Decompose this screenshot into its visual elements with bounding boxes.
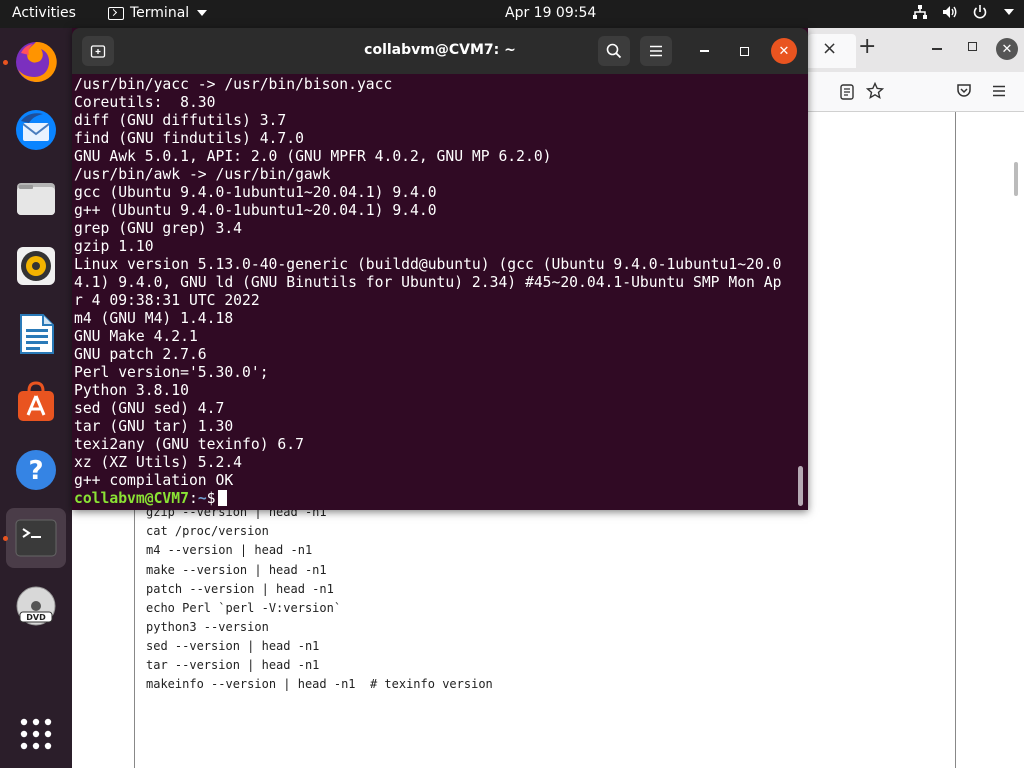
browser-close-icon[interactable]: ✕ xyxy=(996,38,1018,60)
terminal-line: Coreutils: 8.30 xyxy=(74,94,216,111)
terminal-line: g++ compilation OK xyxy=(74,472,234,489)
maximize-icon xyxy=(739,46,749,56)
reader-view-icon[interactable] xyxy=(840,84,854,100)
terminal-line: grep (GNU grep) 3.4 xyxy=(74,220,243,237)
dock-dvd[interactable]: DVD xyxy=(6,576,66,636)
dock-help[interactable]: ? xyxy=(6,440,66,500)
dock: ? DVD xyxy=(0,28,72,768)
minimize-button[interactable] xyxy=(691,38,717,64)
dock-files[interactable] xyxy=(6,168,66,228)
maximize-button[interactable] xyxy=(731,38,757,64)
terminal-line: GNU patch 2.7.6 xyxy=(74,346,207,363)
top-bar: Activities Terminal Apr 19 09:54 xyxy=(0,0,1024,28)
terminal-output[interactable]: /usr/bin/yacc -> /usr/bin/bison.yacc Core… xyxy=(74,76,798,506)
activities-button[interactable]: Activities xyxy=(12,5,76,21)
terminal-line: r 4 09:38:31 UTC 2022 xyxy=(74,292,260,309)
terminal-line: texi2any (GNU texinfo) 6.7 xyxy=(74,436,304,453)
terminal-line: m4 (GNU M4) 1.4.18 xyxy=(74,310,234,327)
files-icon xyxy=(17,183,55,215)
code-line: m4 --version | head -n1 xyxy=(146,543,313,558)
thunderbird-icon xyxy=(16,110,56,150)
clock[interactable]: Apr 19 09:54 xyxy=(505,5,596,21)
terminal-line: g++ (Ubuntu 9.4.0-1ubuntu1~20.04.1) 9.4.… xyxy=(74,202,437,219)
volume-icon xyxy=(943,6,957,18)
code-line: sed --version | head -n1 xyxy=(146,638,320,653)
code-line: tar --version | head -n1 xyxy=(146,658,320,673)
help-icon: ? xyxy=(16,450,56,490)
ubuntu-software-icon xyxy=(18,381,54,421)
terminal-window: collabvm@CVM7: ~ ✕ /usr/bin/yacc -> /usr… xyxy=(72,28,808,510)
rhythmbox-icon xyxy=(17,247,55,285)
prompt-path: ~ xyxy=(197,490,207,506)
minimize-icon[interactable] xyxy=(932,48,942,50)
network-icon xyxy=(913,5,927,19)
chevron-down-icon xyxy=(197,10,208,16)
terminal-line: tar (GNU tar) 1.30 xyxy=(74,418,234,435)
terminal-scrollbar[interactable] xyxy=(798,466,803,506)
prompt-user: collabvm@CVM7 xyxy=(74,490,189,506)
firefox-icon xyxy=(16,41,57,82)
dvd-icon: DVD xyxy=(16,586,56,626)
tab-close-icon[interactable]: × xyxy=(822,38,837,59)
text-cursor xyxy=(217,490,227,506)
browser-nav-bar xyxy=(808,72,1024,112)
chevron-down-icon xyxy=(1004,9,1014,15)
maximize-icon[interactable] xyxy=(968,42,977,51)
dock-firefox[interactable] xyxy=(6,32,66,92)
code-line: makeinfo --version | head -n1 # texinfo … xyxy=(146,677,493,692)
code-line: echo Perl `perl -V:version` xyxy=(146,600,342,615)
dock-thunderbird[interactable] xyxy=(6,100,66,160)
code-line: python3 --version xyxy=(146,619,269,634)
terminal-headerbar: collabvm@CVM7: ~ ✕ xyxy=(72,28,808,74)
terminal-line: GNU Awk 5.0.1, API: 2.0 (GNU MPFR 4.0.2,… xyxy=(74,148,552,165)
system-tray[interactable] xyxy=(912,4,1014,20)
terminal-prompt[interactable]: collabvm@CVM7:~$ xyxy=(74,490,798,506)
new-tab-button[interactable]: + xyxy=(858,34,876,59)
terminal-line: Linux version 5.13.0-40-generic (buildd@… xyxy=(74,256,782,273)
svg-text:DVD: DVD xyxy=(26,613,46,622)
app-menu[interactable]: Terminal xyxy=(108,5,208,21)
hamburger-menu-icon[interactable] xyxy=(992,84,1006,98)
bookmark-star-icon[interactable] xyxy=(866,82,884,100)
dock-rhythmbox[interactable] xyxy=(6,236,66,296)
terminal-line: diff (GNU diffutils) 3.7 xyxy=(74,112,287,129)
code-line: cat /proc/version xyxy=(146,524,269,539)
terminal-line: find (GNU findutils) 4.7.0 xyxy=(74,130,304,147)
show-apps-icon xyxy=(20,718,52,750)
app-menu-label: Terminal xyxy=(130,5,190,21)
search-icon xyxy=(606,43,622,59)
close-icon: ✕ xyxy=(778,43,790,59)
dock-show-apps[interactable] xyxy=(6,704,66,764)
terminal-line: 4.1) 9.4.0, GNU ld (GNU Binutils for Ubu… xyxy=(74,274,782,291)
dock-terminal[interactable] xyxy=(6,508,66,568)
dock-writer[interactable] xyxy=(6,304,66,364)
power-icon xyxy=(973,5,987,19)
terminal-line: gzip 1.10 xyxy=(74,238,154,255)
pocket-icon[interactable] xyxy=(956,83,972,99)
prompt-separator: : xyxy=(188,490,198,506)
menu-button[interactable] xyxy=(640,36,672,66)
terminal-small-icon xyxy=(108,6,124,20)
hamburger-menu-icon xyxy=(650,45,662,57)
browser-tab-bar: × + ✕ xyxy=(808,28,1024,72)
code-line: make --version | head -n1 xyxy=(146,562,327,577)
dock-software[interactable] xyxy=(6,372,66,432)
prompt-symbol: $ xyxy=(206,490,216,506)
terminal-line: Python 3.8.10 xyxy=(74,382,189,399)
close-button[interactable]: ✕ xyxy=(771,38,797,64)
code-line: patch --version | head -n1 xyxy=(146,581,334,596)
terminal-icon xyxy=(15,519,57,557)
minimize-icon xyxy=(699,50,709,52)
svg-text:?: ? xyxy=(28,456,43,486)
terminal-line: Perl version='5.30.0'; xyxy=(74,364,269,381)
libreoffice-writer-icon xyxy=(20,314,54,354)
terminal-line: xz (XZ Utils) 5.2.4 xyxy=(74,454,243,471)
terminal-line: /usr/bin/yacc -> /usr/bin/bison.yacc xyxy=(74,76,393,93)
terminal-line: /usr/bin/awk -> /usr/bin/gawk xyxy=(74,166,331,183)
search-button[interactable] xyxy=(598,36,630,66)
terminal-line: sed (GNU sed) 4.7 xyxy=(74,400,225,417)
browser-scrollbar[interactable] xyxy=(1014,162,1018,196)
terminal-line: gcc (Ubuntu 9.4.0-1ubuntu1~20.04.1) 9.4.… xyxy=(74,184,437,201)
terminal-line: GNU Make 4.2.1 xyxy=(74,328,198,345)
